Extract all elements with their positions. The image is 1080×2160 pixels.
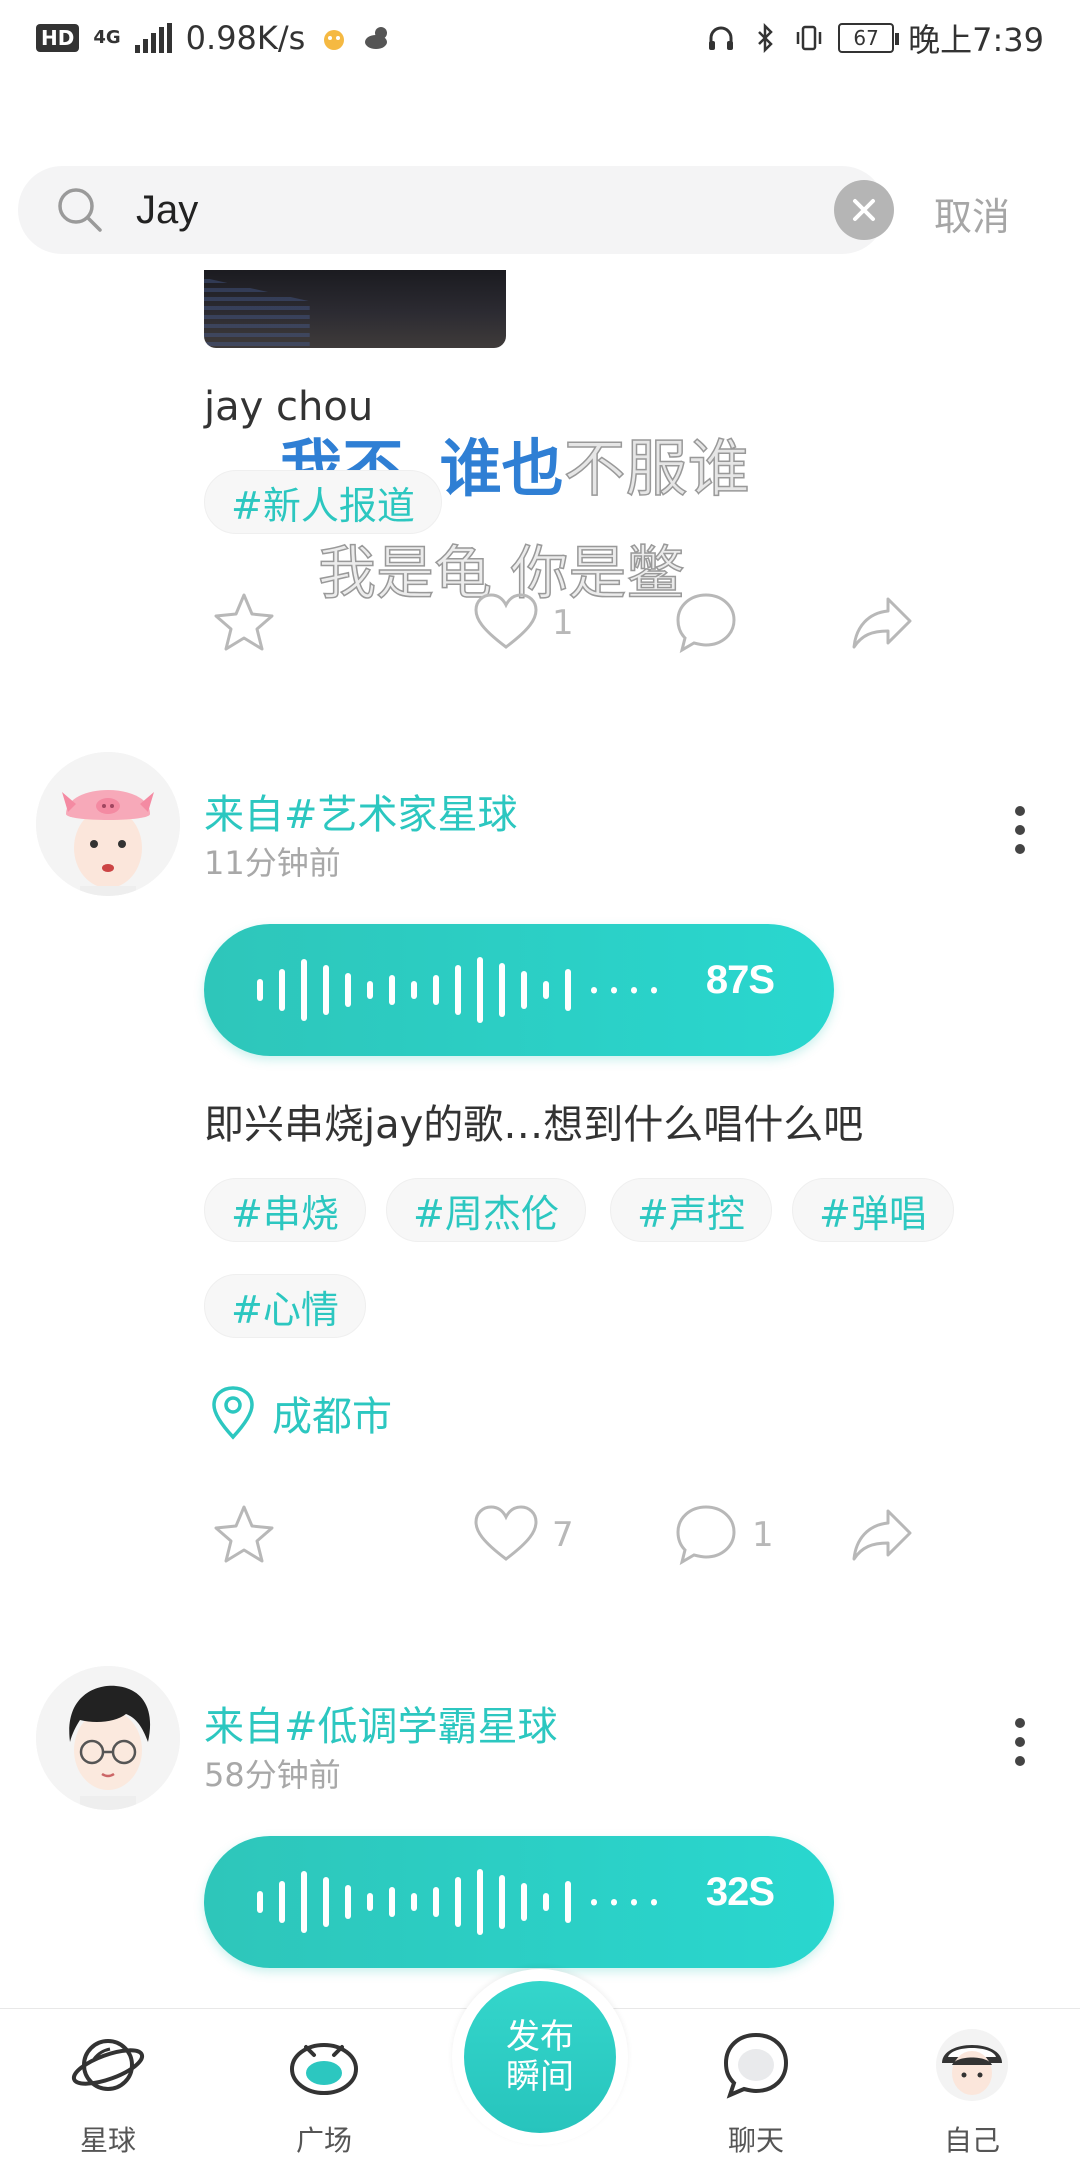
comment-count: 1: [752, 1515, 774, 1555]
star-icon: [214, 593, 274, 651]
profile-avatar-icon: [936, 2029, 1008, 2101]
post-tag[interactable]: #声控: [610, 1178, 772, 1242]
post-text: 即兴串烧jay的歌…想到什么唱什么吧: [204, 1102, 864, 1148]
clear-search-button[interactable]: [834, 180, 894, 240]
search-bar: 取消: [0, 166, 1080, 254]
publish-button[interactable]: 发布 瞬间: [464, 1981, 616, 2133]
user-avatar[interactable]: [36, 752, 180, 896]
vibrate-icon: [796, 25, 822, 51]
like-count: 7: [552, 1515, 574, 1555]
caption-part-3: 不服谁: [563, 431, 751, 506]
nav-label: 广场: [295, 2124, 352, 2157]
bluetooth-icon: [758, 23, 773, 53]
post-image[interactable]: [204, 270, 506, 348]
location-label: 成都市: [272, 1394, 392, 1440]
like-count: 1: [552, 603, 574, 643]
like-button[interactable]: 7: [472, 1500, 574, 1570]
waveform-icon: [257, 957, 657, 1023]
battery-level: 67: [853, 26, 879, 50]
nav-item-me[interactable]: 自己: [892, 2009, 1052, 2160]
waveform-icon: [257, 1869, 657, 1935]
post-tag[interactable]: #串烧: [204, 1178, 366, 1242]
headphone-icon: [709, 26, 734, 50]
battery-icon: 67: [838, 23, 900, 53]
voice-player[interactable]: 32S: [204, 1836, 834, 1968]
nav-label: 自己: [943, 2124, 1000, 2157]
comment-icon: [676, 593, 736, 654]
comment-button[interactable]: [672, 588, 740, 658]
nav-label: 聊天: [727, 2124, 784, 2157]
heart-icon: [474, 593, 538, 649]
weather-icon: [365, 27, 388, 49]
location-icon: [212, 1386, 254, 1440]
nav-item-chat[interactable]: 聊天: [676, 2009, 836, 2160]
clear-icon: [853, 199, 875, 221]
voice-player[interactable]: 87S: [204, 924, 834, 1056]
avatar-pig-hat-icon: [36, 752, 180, 896]
nav-item-square[interactable]: 广场: [244, 2009, 404, 2160]
post-planet-link[interactable]: 来自#艺术家星球: [204, 782, 518, 840]
share-button[interactable]: [848, 588, 916, 658]
voice-duration: 32S: [705, 1870, 775, 1914]
favorite-button[interactable]: [210, 1500, 278, 1570]
like-button[interactable]: 1: [472, 588, 574, 658]
post-tag[interactable]: #新人报道: [204, 470, 442, 534]
post-actions: 7 1: [0, 1500, 1080, 1570]
favorite-button[interactable]: [210, 588, 278, 658]
post-location[interactable]: 成都市: [208, 1384, 392, 1442]
search-results-feed[interactable]: jay chou 我丕 谁也不服谁 我是龟 你是鳖 #新人报道 1 来自#艺术家…: [0, 270, 1080, 2008]
post-planet-link[interactable]: 来自#低调学霸星球: [204, 1694, 558, 1752]
planet-icon: [71, 2039, 145, 2091]
cancel-button[interactable]: 取消: [934, 186, 1010, 241]
voice-duration: 87S: [705, 958, 775, 1002]
share-icon: [852, 597, 912, 649]
notification-app-icon: [324, 30, 345, 50]
user-avatar[interactable]: [36, 1666, 180, 1810]
share-button[interactable]: [848, 1500, 916, 1570]
post-time: 58分钟前: [204, 1756, 341, 1794]
post-tag[interactable]: #弹唱: [792, 1178, 954, 1242]
hd-badge: HD: [36, 24, 80, 52]
comment-icon: [676, 1505, 736, 1566]
search-box[interactable]: [18, 166, 894, 254]
post-tag[interactable]: #心情: [204, 1274, 366, 1338]
more-icon[interactable]: [1000, 800, 1040, 860]
status-left: HD 4G 0.98K/s: [36, 19, 393, 57]
bottom-nav: 星球 广场 发布 瞬间 聊天 自己: [0, 1969, 1080, 2160]
publish-button-wrap: 发布 瞬间: [452, 1969, 628, 2145]
avatar-glasses-boy-icon: [36, 1666, 180, 1810]
signal-icon: [134, 23, 172, 53]
heart-icon: [474, 1505, 538, 1561]
comment-button[interactable]: 1: [672, 1500, 774, 1570]
publish-label: 发布 瞬间: [506, 2017, 574, 2097]
star-icon: [214, 1505, 274, 1563]
search-icon: [58, 188, 102, 232]
clock: 晚上7:39: [908, 21, 1044, 59]
chat-icon: [723, 2032, 789, 2099]
status-right: 67 晚上7:39: [706, 15, 1044, 61]
status-bar: HD 4G 0.98K/s 67 晚上7:39: [0, 0, 1080, 76]
nav-item-planet[interactable]: 星球: [28, 2009, 188, 2160]
post-time: 11分钟前: [204, 844, 341, 882]
post-actions: 1: [0, 588, 1080, 658]
more-icon[interactable]: [1000, 1712, 1040, 1772]
network-speed: 0.98K/s: [185, 19, 306, 57]
share-icon: [852, 1509, 912, 1561]
nav-label: 星球: [79, 2124, 136, 2157]
search-input[interactable]: [136, 166, 816, 254]
caption-part-2: 谁也: [439, 432, 564, 505]
post-tag[interactable]: #周杰伦: [386, 1178, 586, 1242]
network-type: 4G: [93, 27, 121, 48]
square-icon: [290, 2043, 358, 2095]
